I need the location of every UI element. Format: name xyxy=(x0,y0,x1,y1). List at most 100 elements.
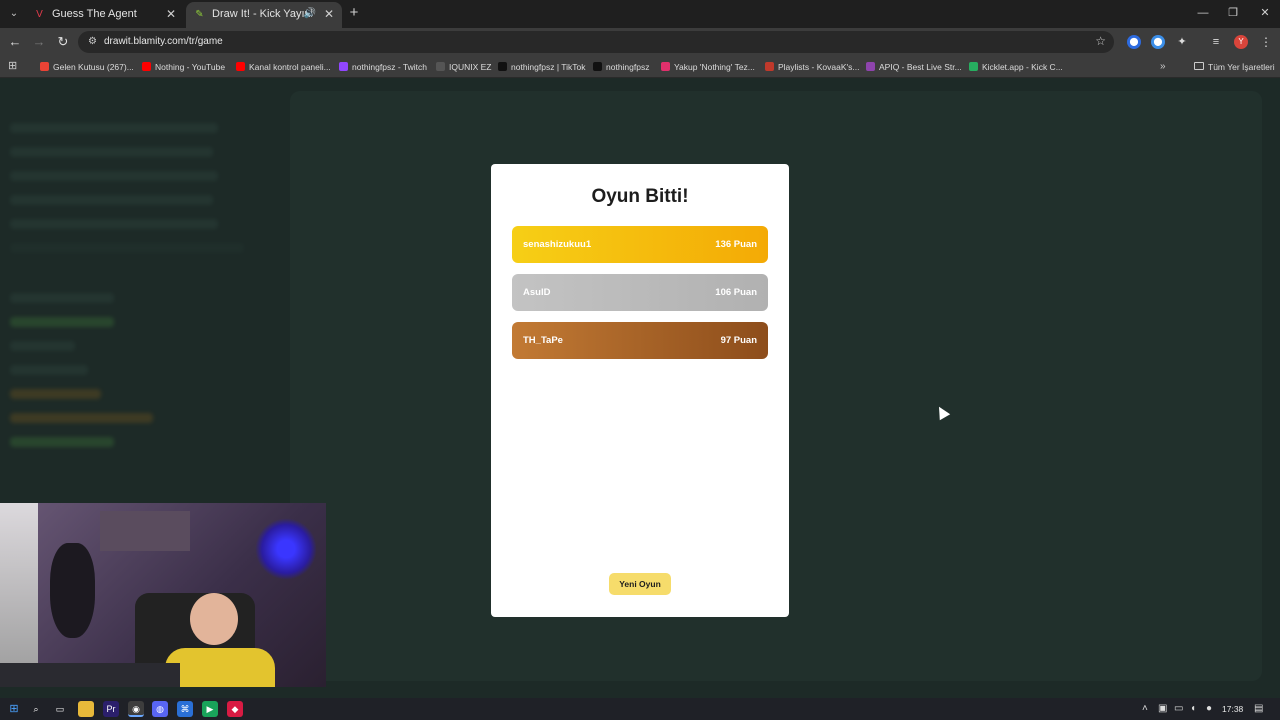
premiere-icon[interactable]: Pr xyxy=(103,701,119,717)
forward-button[interactable]: → xyxy=(30,33,48,51)
media-control-icon[interactable]: ≡ xyxy=(1209,35,1223,49)
bookmark-label: nothingfpsz xyxy=(606,62,650,72)
browser-toolbar: ← → ↻ ⚙ drawit.blamity.com/tr/game ☆ ⬤ ⬤… xyxy=(0,28,1280,56)
app-icon[interactable]: ▶ xyxy=(202,701,218,717)
webcam-overlay xyxy=(0,503,326,687)
player-score: 106 Puan xyxy=(715,287,757,298)
menu-icon[interactable]: ⋮ xyxy=(1260,33,1272,51)
new-tab-button[interactable]: + xyxy=(346,4,362,22)
player-score: 97 Puan xyxy=(720,335,757,346)
bookmark-label: Yakup 'Nothing' Tez... xyxy=(674,62,755,72)
apiq-icon xyxy=(866,62,875,71)
bookmark-item[interactable]: Nothing - YouTube xyxy=(142,56,225,78)
puzzle-icon[interactable]: ✦ xyxy=(1175,35,1189,49)
leaderboard-row-first: senashizukuu1 136 Puan xyxy=(512,226,768,263)
app-icon[interactable]: ◆ xyxy=(227,701,243,717)
url-text: drawit.blamity.com/tr/game xyxy=(104,36,223,47)
file-explorer-icon[interactable] xyxy=(78,701,94,717)
extension-icon[interactable]: ⬤ xyxy=(1151,35,1165,49)
close-icon[interactable]: ✕ xyxy=(324,2,334,26)
microphone-icon[interactable]: ● xyxy=(1206,698,1212,720)
reload-button[interactable]: ↻ xyxy=(54,33,72,51)
bookmark-label: Kicklet.app - Kick C... xyxy=(982,62,1063,72)
tab-search-icon[interactable]: ⌄ xyxy=(4,4,24,24)
notification-icon[interactable]: ▤ xyxy=(1254,698,1263,720)
close-window-button[interactable]: ✕ xyxy=(1250,4,1280,22)
close-icon[interactable]: ✕ xyxy=(166,2,176,26)
restore-button[interactable]: ❐ xyxy=(1218,4,1248,22)
bookmark-item[interactable]: nothingfpsz - Twitch xyxy=(339,56,427,78)
bookmark-label: nothingfpsz | TikTok xyxy=(511,62,586,72)
bookmark-item[interactable]: APIQ - Best Live Str... xyxy=(866,56,962,78)
minimize-button[interactable]: — xyxy=(1188,4,1218,22)
volume-icon[interactable]: ◖ xyxy=(1190,698,1196,720)
player-name: AsulD xyxy=(523,287,551,298)
instagram-icon xyxy=(661,62,670,71)
bookmark-label: Kanal kontrol paneli... xyxy=(249,62,331,72)
youtube-icon xyxy=(142,62,151,71)
bookmark-star-icon[interactable]: ☆ xyxy=(1095,34,1106,48)
apps-grid-icon[interactable]: ⊞ xyxy=(8,60,20,72)
profile-avatar[interactable]: Y xyxy=(1234,35,1248,49)
player-name: TH_TaPe xyxy=(523,335,563,346)
guitar-image xyxy=(50,543,95,638)
network-icon[interactable]: ▭ xyxy=(1174,698,1183,720)
neon-sign-image xyxy=(255,518,317,580)
bookmark-item[interactable]: Yakup 'Nothing' Tez... xyxy=(661,56,755,78)
leaderboard-row-second: AsulD 106 Puan xyxy=(512,274,768,311)
address-bar[interactable]: ⚙ drawit.blamity.com/tr/game ☆ xyxy=(78,31,1114,53)
extension-icon[interactable]: ⬤ xyxy=(1127,35,1141,49)
chevron-right-icon[interactable]: » xyxy=(1160,56,1166,78)
player-score: 136 Puan xyxy=(715,239,757,250)
bookmark-item[interactable]: Kanal kontrol paneli... xyxy=(236,56,331,78)
back-button[interactable]: ← xyxy=(6,33,24,51)
bookmark-item[interactable]: Playlists - KovaaK's... xyxy=(765,56,859,78)
bookmark-label: Gelen Kutusu (267)... xyxy=(53,62,134,72)
new-game-button[interactable]: Yeni Oyun xyxy=(609,573,671,595)
blurred-scoreboard xyxy=(10,109,270,489)
windows-start-icon[interactable]: ⊞ xyxy=(6,701,22,717)
bookmark-item[interactable]: nothingfpsz xyxy=(593,56,649,78)
bookmark-item[interactable]: nothingfpsz | TikTok xyxy=(498,56,586,78)
pencil-icon: ✎ xyxy=(195,9,204,20)
bookmark-label: IQUNIX EZ xyxy=(449,62,492,72)
bookmark-label: Playlists - KovaaK's... xyxy=(778,62,860,72)
bookmark-item[interactable]: IQUNIX EZ xyxy=(436,56,492,78)
search-icon[interactable]: ⌕ xyxy=(28,701,44,717)
tiktok-icon xyxy=(498,62,507,71)
tray-icon[interactable]: ▣ xyxy=(1158,698,1167,720)
player-name: senashizukuu1 xyxy=(523,239,592,250)
x-icon xyxy=(593,62,602,71)
iqunix-icon xyxy=(436,62,445,71)
bookmarks-bar: ⊞ Gelen Kutusu (267)... Nothing - YouTube… xyxy=(0,56,1280,78)
windows-taskbar: ⊞ ⌕ ▭ Pr ◉ ◍ ⌘ ▶ ◆ ˄ ▣ ▭ ◖ ● 17:38 ▤ xyxy=(0,698,1280,720)
app-icon[interactable]: ⌘ xyxy=(177,701,193,717)
speaker-icon[interactable]: 🔊 xyxy=(304,2,316,26)
bookmark-item[interactable]: Gelen Kutusu (267)... xyxy=(40,56,134,78)
tab-title: Guess The Agent xyxy=(52,8,137,20)
valorant-icon: V xyxy=(36,9,43,20)
discord-icon[interactable]: ◍ xyxy=(152,701,168,717)
chrome-icon[interactable]: ◉ xyxy=(128,701,144,717)
folder-label: Tüm Yer İşaretleri xyxy=(1208,62,1275,72)
site-info-icon[interactable]: ⚙ xyxy=(88,36,100,48)
game-over-modal: Oyun Bitti! senashizukuu1 136 Puan AsulD… xyxy=(491,164,789,617)
kicklet-icon xyxy=(969,62,978,71)
kovaaks-icon xyxy=(765,62,774,71)
tab-strip: ⌄ V Guess The Agent ✕ ✎ Draw It! - Kick … xyxy=(0,0,1280,28)
bookmark-label: APIQ - Best Live Str... xyxy=(879,62,962,72)
task-view-icon[interactable]: ▭ xyxy=(52,701,68,717)
folder-icon xyxy=(1194,62,1204,70)
taskbar-clock[interactable]: 17:38 xyxy=(1222,698,1243,720)
chevron-up-icon[interactable]: ˄ xyxy=(1142,698,1148,720)
all-bookmarks-folder[interactable]: Tüm Yer İşaretleri xyxy=(1194,56,1275,78)
tab-draw-it[interactable]: ✎ Draw It! - Kick Yayınları İçin 🔊 ✕ xyxy=(186,2,342,28)
leaderboard-row-third: TH_TaPe 97 Puan xyxy=(512,322,768,359)
streamer-image xyxy=(190,593,238,645)
tab-title: Draw It! - Kick Yayınları İçin xyxy=(212,8,312,20)
bookmark-item[interactable]: Kicklet.app - Kick C... xyxy=(969,56,1063,78)
modal-title: Oyun Bitti! xyxy=(591,186,689,207)
youtube-studio-icon xyxy=(236,62,245,71)
tab-guess-the-agent[interactable]: V Guess The Agent ✕ xyxy=(26,2,184,28)
bookmark-label: Nothing - YouTube xyxy=(155,62,226,72)
